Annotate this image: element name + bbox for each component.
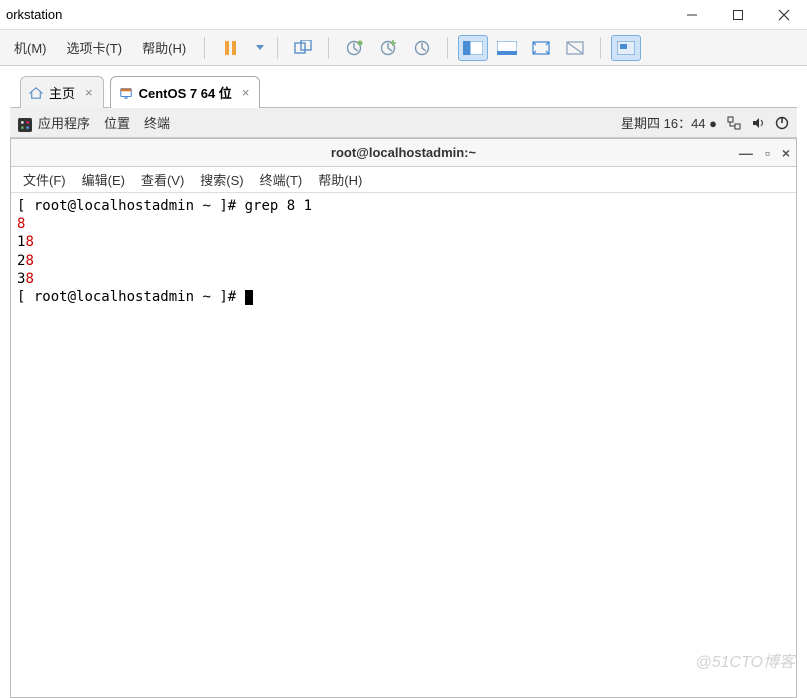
outer-window-titlebar: orkstation: [0, 0, 807, 30]
terminal-menu[interactable]: 终端: [144, 113, 170, 132]
applications-icon: [18, 118, 32, 132]
places-menu[interactable]: 位置: [104, 113, 130, 132]
term-menu-terminal[interactable]: 终端(T): [254, 168, 309, 191]
separator: [328, 37, 329, 59]
snapshot-manager-button[interactable]: [407, 35, 437, 61]
terminal-maximize-button[interactable]: ▫: [765, 145, 770, 161]
separator: [600, 37, 601, 59]
tab-home-label: 主页: [49, 83, 75, 102]
view-mode-1-button[interactable]: [458, 35, 488, 61]
terminal-body[interactable]: [ root@localhostadmin ~ ]# grep 8 1 8 18…: [11, 193, 796, 697]
unity-button[interactable]: [560, 35, 590, 61]
window-controls: [669, 0, 807, 30]
close-icon[interactable]: ×: [85, 85, 93, 100]
snapshot-button-1[interactable]: [339, 35, 369, 61]
separator: [204, 37, 205, 59]
home-icon: [29, 87, 43, 99]
menu-tabs[interactable]: 选项卡(T): [59, 34, 131, 61]
terminal-close-button[interactable]: ×: [782, 145, 790, 161]
guest-top-panel: 应用程序 位置 终端 星期四 16：44 ●: [10, 108, 797, 138]
terminal-minimize-button[interactable]: —: [739, 145, 753, 161]
menu-help[interactable]: 帮助(H): [134, 34, 194, 61]
snapshot-button-2[interactable]: [373, 35, 403, 61]
applications-menu[interactable]: 应用程序: [18, 113, 90, 132]
volume-icon[interactable]: [751, 116, 765, 130]
terminal-titlebar[interactable]: root@localhostadmin:~ — ▫ ×: [11, 139, 796, 167]
thumbnail-button[interactable]: [611, 35, 641, 61]
clock[interactable]: 星期四 16：44 ●: [621, 113, 717, 132]
fullscreen-button[interactable]: [526, 35, 556, 61]
term-menu-view[interactable]: 查看(V): [135, 168, 190, 191]
chevron-down-icon: [256, 45, 264, 50]
separator: [277, 37, 278, 59]
term-menu-edit[interactable]: 编辑(E): [76, 168, 131, 191]
minimize-button[interactable]: [669, 0, 715, 30]
vm-icon: [119, 86, 133, 100]
maximize-button[interactable]: [715, 0, 761, 30]
pause-button[interactable]: [215, 35, 245, 61]
tab-home[interactable]: 主页 ×: [20, 76, 104, 108]
network-icon[interactable]: [727, 116, 741, 130]
separator: [447, 37, 448, 59]
terminal-window: root@localhostadmin:~ — ▫ × 文件(F) 编辑(E) …: [10, 138, 797, 698]
view-mode-2-button[interactable]: [492, 35, 522, 61]
close-button[interactable]: [761, 0, 807, 30]
vm-tab-bar: 主页 × CentOS 7 64 位 ×: [0, 66, 807, 108]
outer-window-title: orkstation: [6, 7, 62, 22]
power-icon[interactable]: [775, 116, 789, 130]
tab-centos-label: CentOS 7 64 位: [139, 83, 232, 102]
term-menu-help[interactable]: 帮助(H): [312, 168, 368, 191]
watermark: @51CTO博客: [695, 648, 795, 672]
term-menu-file[interactable]: 文件(F): [17, 168, 72, 191]
vmware-toolbar: 机(M) 选项卡(T) 帮助(H): [0, 30, 807, 66]
menu-machine[interactable]: 机(M): [6, 34, 55, 61]
send-keys-button[interactable]: [288, 35, 318, 61]
term-menu-search[interactable]: 搜索(S): [194, 168, 249, 191]
close-icon[interactable]: ×: [242, 85, 250, 100]
power-dropdown-button[interactable]: [249, 35, 267, 61]
terminal-title-text: root@localhostadmin:~: [331, 145, 476, 160]
terminal-menubar: 文件(F) 编辑(E) 查看(V) 搜索(S) 终端(T) 帮助(H): [11, 167, 796, 193]
cursor: [245, 290, 253, 305]
tab-centos[interactable]: CentOS 7 64 位 ×: [110, 76, 261, 108]
